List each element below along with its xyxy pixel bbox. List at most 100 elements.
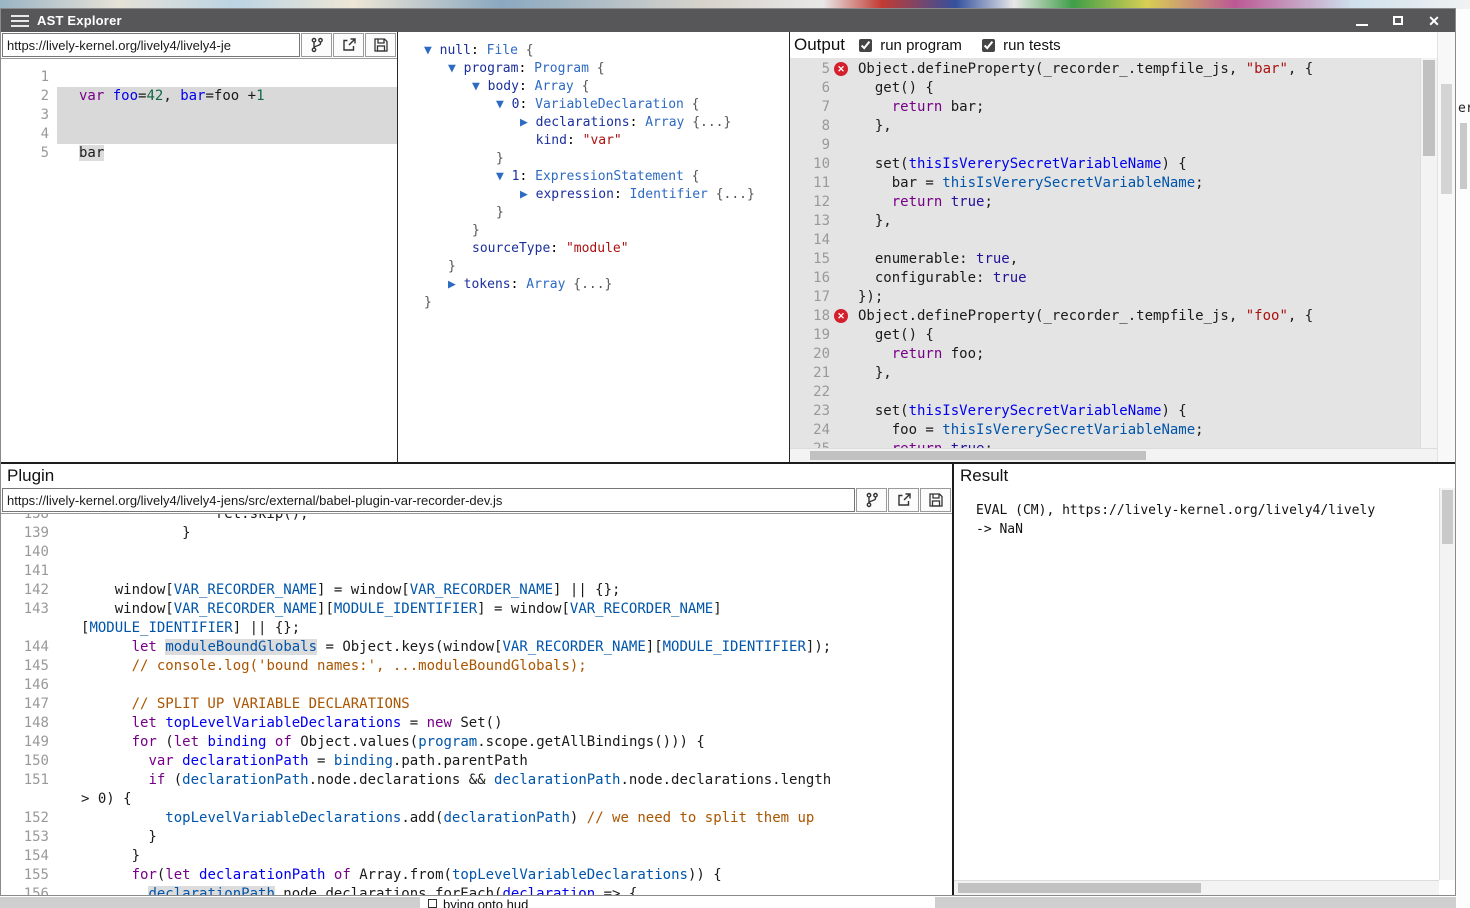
tree-node[interactable]: ▼ program: Program {: [424, 60, 789, 78]
code-line[interactable]: 18✕Object.defineProperty(_recorder_.temp…: [790, 307, 1420, 326]
code-line[interactable]: > 0) {: [1, 790, 952, 809]
tree-node[interactable]: ▼ null: File {: [424, 42, 789, 60]
code-line[interactable]: 11✕ bar = thisIsVererySecretVariableName…: [790, 174, 1420, 193]
tree-node[interactable]: }: [424, 294, 789, 312]
chevron-right-icon[interactable]: ▶: [520, 187, 536, 202]
chevron-down-icon[interactable]: ▼: [424, 43, 440, 58]
code-line[interactable]: 153 }: [1, 828, 952, 847]
chevron-down-icon[interactable]: ▼: [496, 169, 512, 184]
output-editor[interactable]: 5✕Object.defineProperty(_recorder_.tempf…: [790, 58, 1420, 448]
code-line[interactable]: 7✕ return bar;: [790, 98, 1420, 117]
chevron-down-icon[interactable]: ▼: [448, 61, 464, 76]
version-control-button[interactable]: [301, 33, 332, 57]
code-line[interactable]: 151 if (declarationPath.node.declaration…: [1, 771, 952, 790]
code-line[interactable]: 144 let moduleBoundGlobals = Object.keys…: [1, 638, 952, 657]
code-line[interactable]: 149 for (let binding of Object.values(pr…: [1, 733, 952, 752]
error-icon[interactable]: ✕: [834, 309, 848, 323]
code-line[interactable]: 12✕ return true;: [790, 193, 1420, 212]
plugin-url-input[interactable]: [2, 488, 855, 512]
code-line[interactable]: 140: [1, 543, 952, 562]
scrollbar-thumb[interactable]: [958, 883, 1201, 893]
code-line[interactable]: 138 ret.skip();: [1, 514, 952, 524]
tree-node[interactable]: ▼ 1: ExpressionStatement {: [424, 168, 789, 186]
code-line[interactable]: 156 declarationPath.node.declarations.fo…: [1, 885, 952, 895]
code-line[interactable]: 5bar: [1, 144, 397, 163]
tree-node[interactable]: ▼ body: Array {: [424, 78, 789, 96]
scrollbar-thumb[interactable]: [1423, 60, 1435, 156]
code-line[interactable]: 22✕: [790, 383, 1420, 402]
source-editor[interactable]: 12var foo=42, bar=foo +1345bar: [1, 59, 397, 462]
run-program-checkbox[interactable]: [859, 39, 872, 52]
code-line[interactable]: 145 // console.log('bound names:', ...mo…: [1, 657, 952, 676]
code-line[interactable]: 147 // SPLIT UP VARIABLE DECLARATIONS: [1, 695, 952, 714]
tree-node[interactable]: }: [424, 150, 789, 168]
tree-node[interactable]: }: [424, 204, 789, 222]
code-line[interactable]: 23✕ set(thisIsVererySecretVariableName) …: [790, 402, 1420, 421]
tree-node[interactable]: ▶ tokens: Array {...}: [424, 276, 789, 294]
tree-node[interactable]: }: [424, 222, 789, 240]
code-line[interactable]: 9✕: [790, 136, 1420, 155]
code-line[interactable]: 14✕: [790, 231, 1420, 250]
code-line[interactable]: [MODULE_IDENTIFIER] || {};: [1, 619, 952, 638]
code-line[interactable]: 3: [1, 106, 397, 125]
output-horizontal-scrollbar[interactable]: [790, 448, 1437, 462]
code-line[interactable]: 155 for(let declarationPath of Array.fro…: [1, 866, 952, 885]
chevron-down-icon[interactable]: ▼: [472, 79, 488, 94]
code-line[interactable]: 17✕});: [790, 288, 1420, 307]
chevron-right-icon[interactable]: ▶: [520, 115, 536, 130]
version-control-button[interactable]: [856, 488, 887, 512]
code-line[interactable]: 154 }: [1, 847, 952, 866]
close-icon[interactable]: ✕: [1427, 14, 1441, 28]
save-button[interactable]: [365, 33, 396, 57]
code-line[interactable]: 16✕ configurable: true: [790, 269, 1420, 288]
plugin-editor[interactable]: 138 ret.skip();139 }140141142 window[VAR…: [1, 514, 952, 895]
result-vertical-scrollbar[interactable]: [1439, 488, 1455, 880]
menu-icon[interactable]: [11, 15, 29, 27]
code-line[interactable]: 146: [1, 676, 952, 695]
maximize-icon[interactable]: [1391, 14, 1405, 28]
tree-node[interactable]: }: [424, 258, 789, 276]
chevron-right-icon[interactable]: ▶: [448, 277, 464, 292]
code-line[interactable]: 152 topLevelVariableDeclarations.add(dec…: [1, 809, 952, 828]
code-line[interactable]: 8✕ },: [790, 117, 1420, 136]
source-url-input[interactable]: [2, 33, 300, 57]
code-line[interactable]: 143 window[VAR_RECORDER_NAME][MODULE_IDE…: [1, 600, 952, 619]
tree-node[interactable]: ▶ declarations: Array {...}: [424, 114, 789, 132]
edge-scrollbar[interactable]: [1460, 123, 1467, 189]
scrollbar-thumb[interactable]: [1442, 490, 1453, 544]
window-scrollbar[interactable]: [1437, 32, 1455, 462]
code-line[interactable]: 21✕ },: [790, 364, 1420, 383]
code-line[interactable]: 6✕ get() {: [790, 79, 1420, 98]
code-line[interactable]: 15✕ enumerable: true,: [790, 250, 1420, 269]
tree-node[interactable]: ▶ expression: Identifier {...}: [424, 186, 789, 204]
result-horizontal-scrollbar[interactable]: [954, 880, 1439, 895]
code-line[interactable]: 4: [1, 125, 397, 144]
code-line[interactable]: 150 var declarationPath = binding.path.p…: [1, 752, 952, 771]
background-task-item[interactable]: bying onto hud: [420, 897, 935, 908]
code-line[interactable]: 13✕ },: [790, 212, 1420, 231]
tree-node[interactable]: kind: "var": [424, 132, 789, 150]
open-external-button[interactable]: [333, 33, 364, 57]
scrollbar-thumb[interactable]: [810, 451, 1146, 460]
run-tests-checkbox[interactable]: [982, 39, 995, 52]
code-line[interactable]: 141: [1, 562, 952, 581]
code-line[interactable]: 10✕ set(thisIsVererySecretVariableName) …: [790, 155, 1420, 174]
run-tests-label[interactable]: run tests: [982, 37, 1061, 54]
code-line[interactable]: 148 let topLevelVariableDeclarations = n…: [1, 714, 952, 733]
chevron-down-icon[interactable]: ▼: [496, 97, 512, 112]
code-line[interactable]: 25✕ return true;: [790, 440, 1420, 448]
code-line[interactable]: 5✕Object.defineProperty(_recorder_.tempf…: [790, 60, 1420, 79]
code-line[interactable]: 2var foo=42, bar=foo +1: [1, 87, 397, 106]
code-line[interactable]: 19✕ get() {: [790, 326, 1420, 345]
minimize-icon[interactable]: [1355, 14, 1369, 28]
code-line[interactable]: 139 }: [1, 524, 952, 543]
error-icon[interactable]: ✕: [834, 62, 848, 76]
tree-node[interactable]: ▼ 0: VariableDeclaration {: [424, 96, 789, 114]
code-line[interactable]: 20✕ return foo;: [790, 345, 1420, 364]
run-program-label[interactable]: run program: [859, 37, 962, 54]
code-line[interactable]: 1: [1, 68, 397, 87]
save-button[interactable]: [920, 488, 951, 512]
tree-node[interactable]: sourceType: "module": [424, 240, 789, 258]
code-line[interactable]: 142 window[VAR_RECORDER_NAME] = window[V…: [1, 581, 952, 600]
open-external-button[interactable]: [888, 488, 919, 512]
